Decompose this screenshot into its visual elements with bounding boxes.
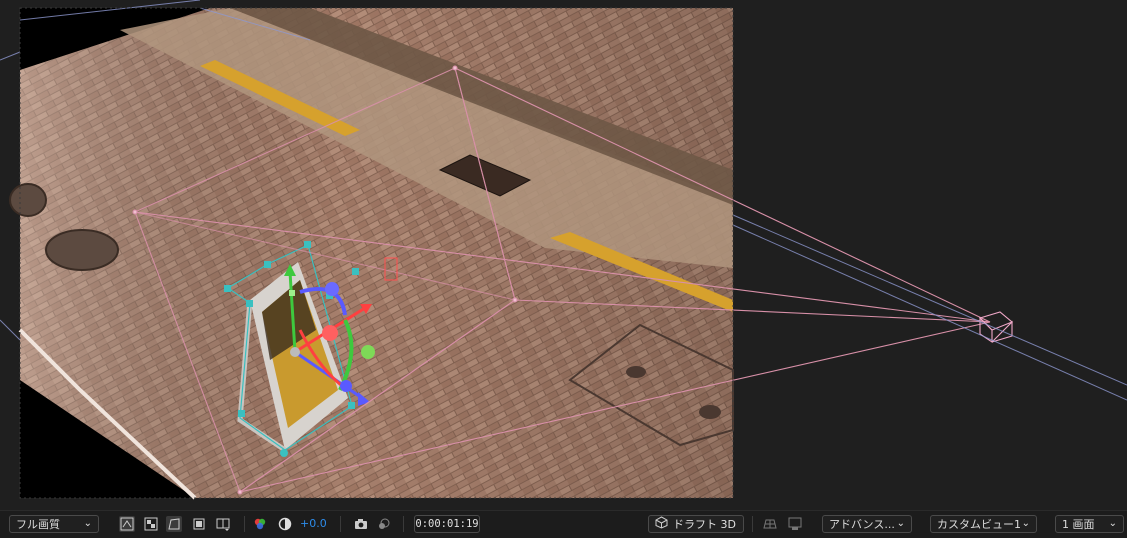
layout-dropdown[interactable]: 1 画面 ⌄ — [1055, 515, 1124, 533]
draft3d-icon — [655, 516, 668, 532]
footage-layer[interactable] — [9, 8, 734, 500]
viewer-toolbar: フル画質 ⌄ +0.0 0:00:01:19 ドラフト 3D アドバンス... … — [0, 510, 1127, 538]
transparency-grid-icon[interactable] — [143, 516, 159, 532]
camera-snapshot-icon[interactable] — [353, 516, 369, 532]
view-dropdown[interactable]: カスタムビュー1 ⌄ — [930, 515, 1037, 533]
layout-label: 1 画面 — [1062, 518, 1095, 531]
toolbar-divider — [403, 516, 404, 532]
ground-plane-icon[interactable] — [762, 516, 778, 532]
chevron-down-icon: ⌄ — [1021, 518, 1030, 529]
toolbar-divider — [244, 516, 245, 532]
mask-path-icon[interactable] — [166, 516, 182, 532]
fast-previews-icon[interactable] — [119, 516, 135, 532]
toolbar-divider — [752, 516, 753, 532]
viewer-canvas[interactable] — [0, 0, 1127, 510]
safe-margins-icon[interactable] — [215, 516, 231, 532]
current-time-display[interactable]: 0:00:01:19 — [414, 515, 480, 533]
show-snapshot-icon[interactable] — [376, 516, 392, 532]
extended-viewer-icon[interactable] — [787, 516, 803, 532]
exposure-value[interactable]: +0.0 — [300, 517, 327, 530]
chevron-down-icon: ⌄ — [896, 518, 905, 529]
color-channels-icon[interactable] — [252, 516, 268, 532]
chevron-down-icon: ⌄ — [1108, 518, 1117, 529]
resolution-label: フル画質 — [16, 518, 60, 531]
timecode-label: 0:00:01:19 — [415, 518, 479, 530]
resolution-dropdown[interactable]: フル画質 ⌄ — [9, 515, 99, 533]
view-label: カスタムビュー1 — [937, 518, 1021, 531]
renderer-label: アドバンス... — [829, 518, 895, 531]
toolbar-divider — [340, 516, 341, 532]
draft3d-label: ドラフト 3D — [673, 518, 736, 531]
exposure-reset-icon[interactable] — [277, 516, 293, 532]
region-of-interest-icon[interactable] — [191, 516, 207, 532]
renderer-dropdown[interactable]: アドバンス... ⌄ — [822, 515, 912, 533]
draft3d-button[interactable]: ドラフト 3D — [648, 515, 744, 533]
chevron-down-icon: ⌄ — [83, 518, 92, 529]
composition-viewer[interactable] — [0, 0, 1127, 510]
